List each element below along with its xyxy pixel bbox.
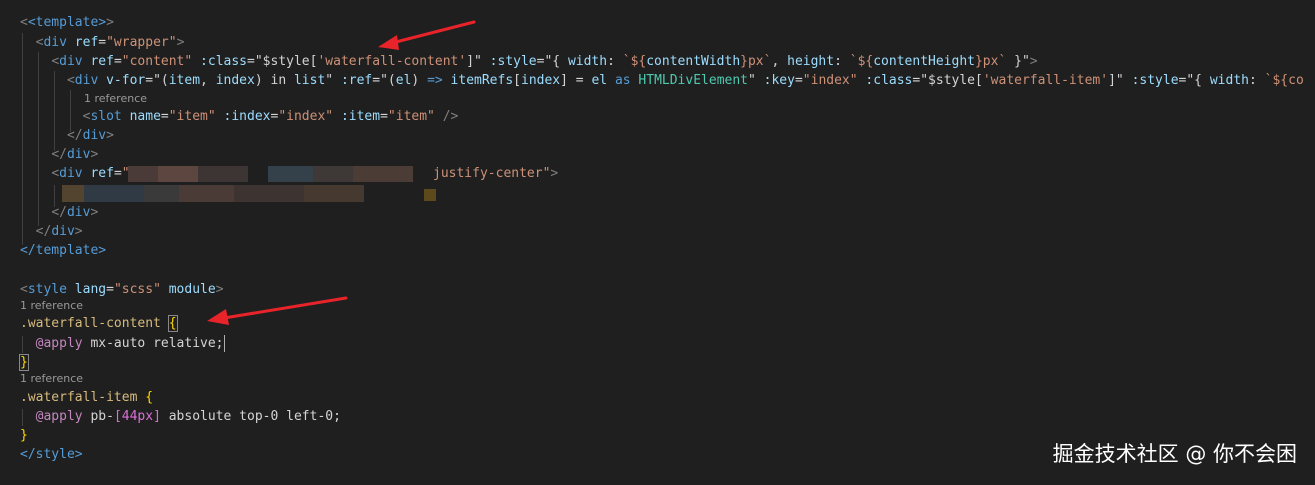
watermark: 掘金技术社区 @ 你不会困 [1052,442,1297,466]
code-editor[interactable]: <<template>> <div ref="wrapper"> <div re… [0,0,1315,485]
arrow-annotation [207,296,348,325]
annotation-arrows [207,20,476,325]
arrow-annotation [378,20,476,50]
